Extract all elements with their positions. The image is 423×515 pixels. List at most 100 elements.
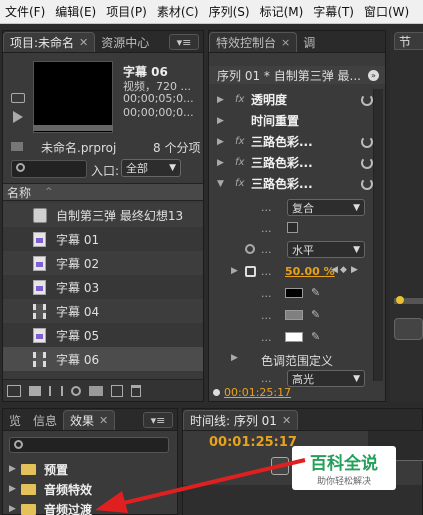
find-icon[interactable] [71, 385, 81, 396]
list-item-label: 字幕 03 [56, 280, 100, 295]
color-swatch-black[interactable] [285, 288, 303, 298]
next-keyframe-icon[interactable]: ▶ [351, 265, 358, 275]
list-view-icon[interactable] [7, 384, 21, 397]
effect-controls-panel: 特效控制台 × 调 序列 01 * 自制第三弹 最... » ▶ fx 透明度 ▶ 时间… [208, 30, 386, 402]
list-item[interactable]: 字幕 04 [3, 299, 203, 323]
playhead-marker[interactable] [396, 296, 404, 304]
new-item-icon[interactable] [111, 384, 123, 397]
tab-close[interactable]: × [281, 36, 290, 49]
color-swatch-white[interactable] [285, 332, 303, 342]
timeline-timecode[interactable]: 00:01:25:17 [209, 435, 297, 450]
effects-search[interactable] [9, 437, 169, 453]
list-item-label: 字幕 06 [56, 352, 100, 367]
list-item[interactable]: 字幕 03 [3, 275, 203, 299]
reset-icon[interactable] [361, 135, 373, 148]
effect-row[interactable]: ▶ 时间重置 [209, 110, 385, 131]
list-item[interactable]: 字幕 06 [3, 347, 203, 371]
expand-icon[interactable]: ▶ [217, 137, 229, 147]
tab-timeline[interactable]: 时间线: 序列 01 ✕ [183, 410, 299, 430]
prev-keyframe-icon[interactable]: ◀ [331, 265, 338, 275]
film-icon [33, 351, 46, 367]
entry-dropdown[interactable]: 全部 ▼ [121, 159, 181, 177]
menu-file[interactable]: 文件(F) [0, 3, 50, 20]
stopwatch-icon[interactable] [245, 244, 255, 254]
tab-program[interactable]: 节 [394, 32, 423, 50]
percent-value[interactable]: 50.00 % [285, 265, 335, 278]
close-icon[interactable]: ✕ [79, 36, 88, 49]
folder-label: 预置 [44, 462, 69, 477]
expand-icon[interactable]: ▶ [231, 266, 243, 276]
camera-icon[interactable] [11, 93, 25, 103]
icon-view-icon[interactable] [29, 385, 41, 396]
effect-row[interactable]: ▶ fx 三路色彩... [209, 152, 385, 173]
list-item[interactable]: 字幕 01 [3, 227, 203, 251]
reset-icon[interactable] [361, 156, 373, 169]
delete-icon[interactable] [131, 384, 141, 397]
tab-preview[interactable]: 览 [3, 410, 27, 430]
tab-effects[interactable]: 效果 ✕ [63, 410, 116, 430]
expand-icon[interactable]: ▶ [217, 116, 229, 126]
reset-icon[interactable] [361, 177, 373, 190]
menu-project[interactable]: 项目(P) [101, 3, 152, 20]
timeline-tabbar: 时间线: 序列 01 ✕ [183, 409, 422, 431]
effect-scrollbar[interactable] [373, 89, 383, 381]
collapse-icon[interactable]: ▼ [217, 179, 229, 189]
panel-menu-icon[interactable]: ▾≡ [143, 412, 173, 428]
tab-second[interactable]: 调 [297, 32, 321, 52]
percent-row: ▶ ... 50.00 % ◀ ◆ ▶ [209, 261, 385, 283]
stopwatch-active-icon[interactable] [245, 266, 256, 277]
blend-dropdown[interactable]: 复合 ▼ [287, 199, 365, 216]
list-item-label: 字幕 02 [56, 256, 100, 271]
tab-effect-controls[interactable]: 特效控制台 × [209, 32, 298, 52]
project-panel: 项目:未命名 ✕ 资源中心 ▾≡ 字幕 06 视频，720 ... 00;00;… [2, 30, 204, 402]
column-name: 名称 [7, 185, 32, 200]
new-bin-icon[interactable] [89, 385, 103, 396]
folder-label: 音频过渡 [44, 502, 93, 515]
next-icon[interactable]: » [368, 69, 379, 81]
menu-window[interactable]: 窗口(W) [359, 3, 414, 20]
close-icon[interactable]: ✕ [99, 414, 108, 427]
list-header[interactable]: 名称 ^ [3, 183, 203, 201]
effect-row[interactable]: ▼ fx 三路色彩... [209, 173, 385, 194]
eyedropper-icon[interactable]: ✎ [311, 330, 320, 343]
reset-icon[interactable] [361, 93, 373, 106]
menu-clip[interactable]: 素材(C) [152, 3, 204, 20]
preview-slider[interactable] [33, 125, 113, 131]
expand-icon[interactable]: ▶ [217, 95, 229, 105]
eyedropper-icon[interactable]: ✎ [311, 286, 320, 299]
menu-marker[interactable]: 标记(M) [255, 3, 309, 20]
fx-badge: fx [235, 157, 245, 168]
effect-name: 三路色彩... [251, 135, 313, 149]
tab-project[interactable]: 项目:未命名 ✕ [3, 32, 96, 52]
eyedropper-icon[interactable]: ✎ [311, 308, 320, 321]
list-item[interactable]: 字幕 02 [3, 251, 203, 275]
color-swatch-gray[interactable] [285, 310, 303, 320]
list-item[interactable]: 字幕 05 [3, 323, 203, 347]
panel-menu-icon[interactable]: ▾≡ [169, 34, 199, 50]
effect-timecode[interactable]: 00:01:25:17 [224, 386, 291, 399]
automate-icon[interactable] [49, 385, 63, 396]
tab-info[interactable]: 信息 [27, 410, 63, 430]
menu-edit[interactable]: 编辑(E) [50, 3, 101, 20]
direction-dropdown[interactable]: 水平 ▼ [287, 241, 365, 258]
expand-icon[interactable]: ▶ [217, 158, 229, 168]
list-item[interactable]: 自制第三弹 最终幻想13 [3, 203, 203, 227]
menu-title[interactable]: 字幕(T) [308, 3, 359, 20]
expand-icon[interactable]: ▶ [9, 464, 21, 474]
expand-icon[interactable]: ▶ [9, 504, 21, 514]
effect-row[interactable]: ▶ fx 透明度 [209, 89, 385, 110]
close-icon[interactable]: ✕ [282, 414, 291, 427]
effect-row[interactable]: ▶ fx 三路色彩... [209, 131, 385, 152]
program-controls[interactable] [394, 318, 423, 340]
play-icon[interactable] [13, 111, 23, 123]
tab-timeline-label: 时间线: 序列 01 [190, 414, 277, 428]
search-box[interactable] [11, 160, 87, 178]
tab-media-browser[interactable]: 资源中心 [95, 32, 155, 52]
option-checkbox[interactable] [287, 222, 298, 233]
tab-effects-label: 效果 [70, 414, 95, 428]
add-keyframe-icon[interactable]: ◆ [340, 265, 347, 275]
expand-icon[interactable]: ▶ [9, 484, 21, 494]
fx-badge: fx [235, 178, 245, 189]
expand-icon[interactable]: ▶ [231, 353, 243, 363]
menu-sequence[interactable]: 序列(S) [204, 3, 255, 20]
